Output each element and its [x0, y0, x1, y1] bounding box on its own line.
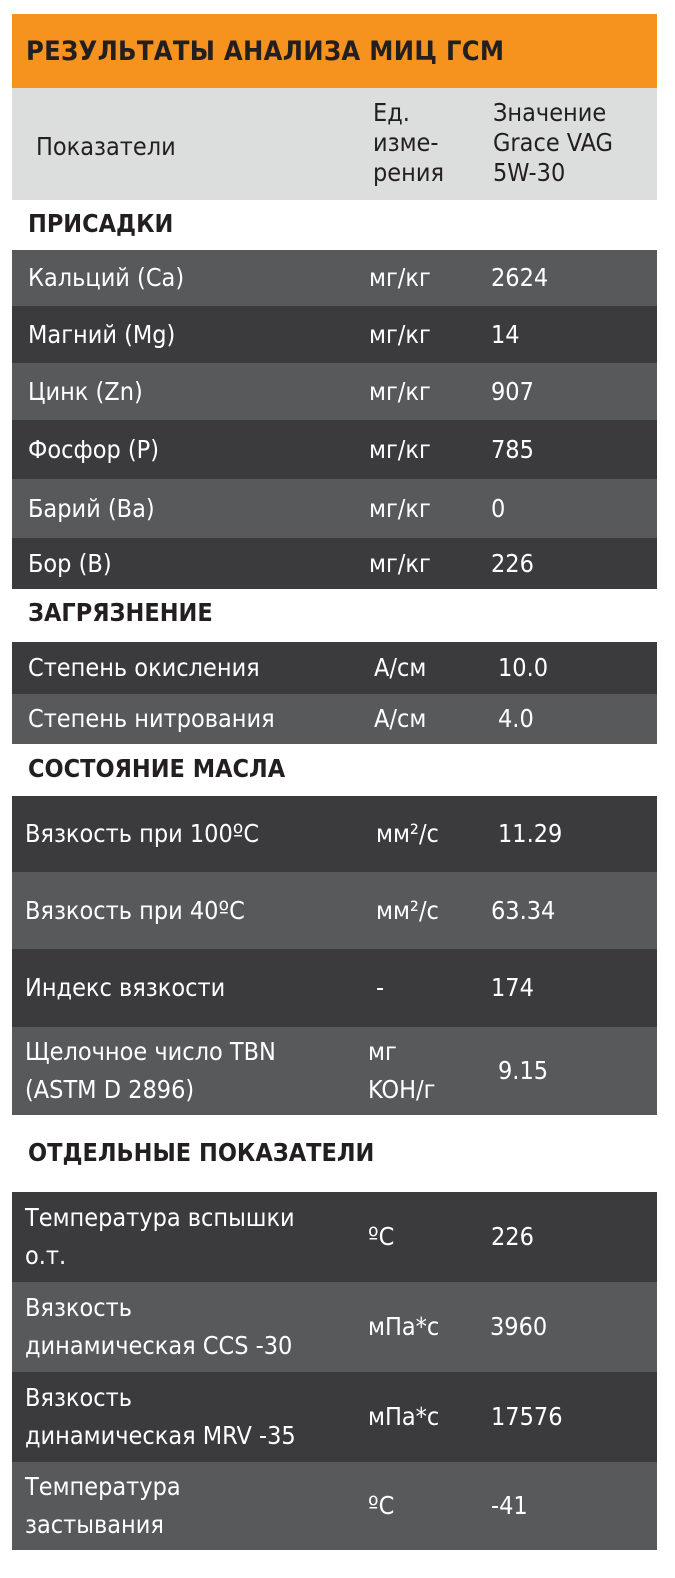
row-value: 14 — [491, 319, 520, 349]
row-unit: мПа*с — [368, 1402, 440, 1431]
table-row: Цинк (Zn) мг/кг 907 — [12, 363, 657, 420]
row-unit: мг/кг — [369, 263, 431, 292]
table-header: Показатели Ед. изме- рения Значение Grac… — [12, 88, 657, 200]
row-name: Бор (B) — [28, 548, 112, 578]
table-row: Вязкость динамическая MRV -35 мПа*с 1757… — [12, 1372, 657, 1462]
row-name: Степень окисления — [28, 653, 260, 682]
table-row: Кальций (Ca) мг/кг 2624 — [12, 250, 657, 306]
row-name: Степень нитрования — [28, 704, 275, 733]
table-row: Индекс вязкости - 174 — [12, 949, 657, 1027]
table-row: Фосфор (P) мг/кг 785 — [12, 420, 657, 479]
row-value: 174 — [491, 973, 534, 1002]
header-unit: Ед. изме- рения — [373, 98, 444, 187]
header-value: Значение Grace VAG 5W-30 — [493, 98, 613, 187]
row-unit: мПа*с — [368, 1312, 440, 1341]
row-unit: мг/кг — [369, 376, 431, 406]
row-name: Вязкость динамическая MRV -35 — [25, 1383, 296, 1450]
row-name: Вязкость динамическая CCS -30 — [25, 1293, 293, 1360]
row-unit: мм²/с — [376, 895, 439, 925]
row-name: Фосфор (P) — [28, 434, 160, 464]
row-name: Цинк (Zn) — [28, 376, 143, 406]
row-name: Щелочное число TBN (ASTM D 2896) — [25, 1037, 276, 1104]
row-unit: ºС — [368, 1491, 395, 1520]
table-row: Температура вспышки о.т. ºС 226 — [12, 1192, 657, 1282]
table-row: Вязкость при 100ºС мм²/с 11.29 — [12, 796, 657, 872]
table-row: Степень нитрования A/см 4.0 — [12, 694, 657, 744]
table-row: Барий (Ba) мг/кг 0 — [12, 479, 657, 538]
row-value: 63.34 — [491, 895, 556, 925]
table-row: Вязкость при 40ºС мм²/с 63.34 — [12, 872, 657, 949]
row-unit: A/см — [374, 704, 427, 733]
section-title-individual: ОТДЕЛЬНЫЕ ПОКАЗАТЕЛИ — [28, 1138, 375, 1167]
row-value: 17576 — [491, 1402, 563, 1431]
row-value: 785 — [491, 434, 534, 464]
row-unit: мг KOH/г — [368, 1037, 436, 1104]
row-unit: мг/кг — [369, 548, 431, 578]
row-value: 9.15 — [498, 1056, 549, 1085]
row-value: -41 — [491, 1491, 528, 1520]
row-unit: - — [376, 973, 385, 1002]
row-name: Вязкость при 100ºС — [25, 819, 260, 848]
table-row: Магний (Mg) мг/кг 14 — [12, 306, 657, 363]
row-unit: мг/кг — [369, 434, 431, 464]
row-name: Вязкость при 40ºС — [25, 895, 245, 925]
row-unit: мг/кг — [369, 319, 431, 349]
table-row: Щелочное число TBN (ASTM D 2896) мг KOH/… — [12, 1027, 657, 1115]
row-unit: мг/кг — [369, 493, 431, 523]
section-title-oil-condition: СОСТОЯНИЕ МАСЛА — [28, 754, 286, 783]
row-value: 10.0 — [498, 653, 549, 682]
row-value: 11.29 — [498, 819, 563, 848]
row-unit: ºС — [368, 1222, 395, 1251]
row-unit: A/см — [374, 653, 427, 682]
table-row: Температура застывания ºС -41 — [12, 1462, 657, 1550]
row-value: 226 — [491, 548, 534, 578]
table-row: Степень окисления A/см 10.0 — [12, 642, 657, 694]
row-value: 907 — [491, 376, 534, 406]
table-row: Бор (B) мг/кг 226 — [12, 538, 657, 589]
header-indicator: Показатели — [36, 132, 176, 161]
row-value: 4.0 — [498, 704, 534, 733]
row-name: Кальций (Ca) — [28, 263, 185, 292]
row-name: Температура вспышки о.т. — [25, 1203, 295, 1270]
table-row: Вязкость динамическая CCS -30 мПа*с 3960 — [12, 1282, 657, 1372]
section-title-additives: ПРИСАДКИ — [28, 209, 174, 238]
row-value: 3960 — [490, 1312, 548, 1341]
row-name: Индекс вязкости — [25, 973, 226, 1002]
row-name: Температура застывания — [25, 1472, 181, 1539]
row-value: 0 — [491, 493, 506, 523]
table-title-bar: РЕЗУЛЬТАТЫ АНАЛИЗА МИЦ ГСМ — [12, 14, 657, 88]
row-unit: мм²/с — [376, 819, 439, 848]
row-name: Барий (Ba) — [28, 493, 155, 523]
table-title: РЕЗУЛЬТАТЫ АНАЛИЗА МИЦ ГСМ — [26, 35, 505, 67]
row-name: Магний (Mg) — [28, 319, 176, 349]
row-value: 226 — [491, 1222, 534, 1251]
row-value: 2624 — [491, 263, 549, 292]
section-title-contamination: ЗАГРЯЗНЕНИЕ — [28, 598, 213, 627]
